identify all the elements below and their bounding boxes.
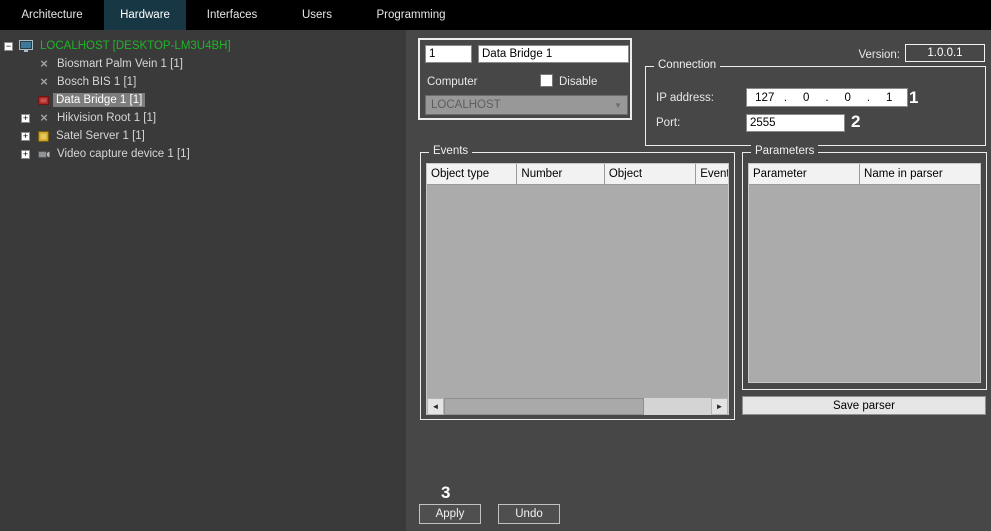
ip-octet-3: 0: [830, 92, 866, 104]
port-label: Port:: [656, 117, 680, 129]
tree-item-bosch[interactable]: × Bosch BIS 1 [1]: [0, 73, 406, 91]
object-id-input[interactable]: [425, 45, 472, 63]
events-group: Events Object type Number Object Event ◄…: [420, 152, 735, 420]
scrollbar-thumb[interactable]: [444, 398, 644, 415]
hardware-tree: − LOCALHOST [DESKTOP-LM3U4BH] × Biosmart…: [0, 30, 406, 531]
chevron-down-icon: ▼: [614, 101, 622, 110]
collapse-icon[interactable]: −: [4, 42, 13, 51]
tab-hardware[interactable]: Hardware: [104, 0, 186, 30]
tree-item-satel[interactable]: + Satel Server 1 [1]: [0, 127, 406, 145]
save-parser-button[interactable]: Save parser: [742, 396, 986, 415]
x-icon: ×: [38, 76, 50, 88]
column-header-number[interactable]: Number: [517, 164, 604, 184]
expand-icon[interactable]: +: [21, 114, 30, 123]
undo-button[interactable]: Undo: [498, 504, 560, 524]
tree-item-hikvision[interactable]: + × Hikvision Root 1 [1]: [0, 109, 406, 127]
tree-item-data-bridge[interactable]: Data Bridge 1 [1]: [0, 91, 406, 109]
expand-icon[interactable]: +: [21, 132, 30, 141]
computer-label: Computer: [427, 76, 478, 88]
tree-item-label: Data Bridge 1 [1]: [53, 93, 145, 107]
x-icon: ×: [38, 58, 50, 70]
column-header-event[interactable]: Event: [696, 164, 728, 184]
column-header-name-in-parser[interactable]: Name in parser: [860, 164, 980, 184]
x-icon: ×: [38, 112, 50, 124]
scroll-right-button[interactable]: ►: [711, 398, 728, 415]
tab-programming[interactable]: Programming: [356, 0, 466, 30]
connection-group-title: Connection: [654, 59, 720, 71]
application-window: Architecture Hardware Interfaces Users P…: [0, 0, 991, 531]
column-header-object-type[interactable]: Object type: [427, 164, 517, 184]
ip-address-input[interactable]: 127 . 0 . 0 . 1: [746, 88, 908, 107]
port-input[interactable]: [746, 114, 845, 132]
parameters-table-header: Parameter Name in parser: [749, 164, 980, 185]
computer-icon: [19, 40, 33, 52]
events-table: Object type Number Object Event ◄ ►: [426, 163, 729, 415]
object-settings-box: Computer Disable LOCALHOST ▼: [418, 38, 632, 120]
apply-button[interactable]: Apply: [419, 504, 481, 524]
disable-checkbox-label: Disable: [559, 76, 597, 88]
scrollbar-track[interactable]: [444, 398, 711, 415]
object-name-input[interactable]: [478, 45, 629, 63]
disable-checkbox[interactable]: [540, 74, 553, 87]
annotation-3: 3: [441, 483, 450, 503]
tree-item-label: Satel Server 1 [1]: [53, 129, 148, 143]
expand-icon[interactable]: +: [21, 150, 30, 159]
horizontal-scrollbar: ◄ ►: [427, 398, 728, 415]
tab-architecture[interactable]: Architecture: [0, 0, 104, 30]
tree-item-video-capture[interactable]: + Video capture device 1 [1]: [0, 145, 406, 163]
parameters-group-title: Parameters: [751, 145, 818, 157]
tab-users[interactable]: Users: [278, 0, 356, 30]
computer-select[interactable]: LOCALHOST ▼: [425, 95, 628, 115]
annotation-1: 1: [909, 88, 918, 108]
column-header-parameter[interactable]: Parameter: [749, 164, 860, 184]
version-label: Version:: [845, 49, 900, 61]
video-capture-icon: [38, 149, 50, 160]
tree-item-label: Biosmart Palm Vein 1 [1]: [54, 57, 186, 71]
connection-group: Connection IP address: 127 . 0 . 0 . 1 P…: [645, 66, 986, 146]
parameters-group: Parameters Parameter Name in parser: [742, 152, 987, 390]
version-value: 1.0.0.1: [905, 44, 985, 62]
tree-item-label: LOCALHOST [DESKTOP-LM3U4BH]: [37, 39, 234, 53]
scroll-left-button[interactable]: ◄: [427, 398, 444, 415]
annotation-2: 2: [851, 112, 860, 132]
top-nav: Architecture Hardware Interfaces Users P…: [0, 0, 991, 30]
events-group-title: Events: [429, 145, 472, 157]
events-table-header: Object type Number Object Event: [427, 164, 728, 185]
parameters-table-body[interactable]: [749, 185, 980, 382]
ip-octet-4: 1: [872, 92, 908, 104]
ip-octet-2: 0: [789, 92, 825, 104]
tree-item-label: Bosch BIS 1 [1]: [54, 75, 139, 89]
satel-server-icon: [38, 131, 49, 142]
computer-select-value: LOCALHOST: [431, 99, 501, 111]
events-table-body[interactable]: [427, 185, 728, 398]
tree-item-label: Video capture device 1 [1]: [54, 147, 193, 161]
tree-item-label: Hikvision Root 1 [1]: [54, 111, 159, 125]
tree-item-localhost[interactable]: − LOCALHOST [DESKTOP-LM3U4BH]: [0, 37, 406, 55]
parameters-table: Parameter Name in parser: [748, 163, 981, 383]
tree-item-biosmart[interactable]: × Biosmart Palm Vein 1 [1]: [0, 55, 406, 73]
data-bridge-icon: [38, 95, 49, 106]
column-header-object[interactable]: Object: [605, 164, 696, 184]
ip-octet-1: 127: [747, 92, 783, 104]
tab-interfaces[interactable]: Interfaces: [186, 0, 278, 30]
ip-address-label: IP address:: [656, 92, 714, 104]
